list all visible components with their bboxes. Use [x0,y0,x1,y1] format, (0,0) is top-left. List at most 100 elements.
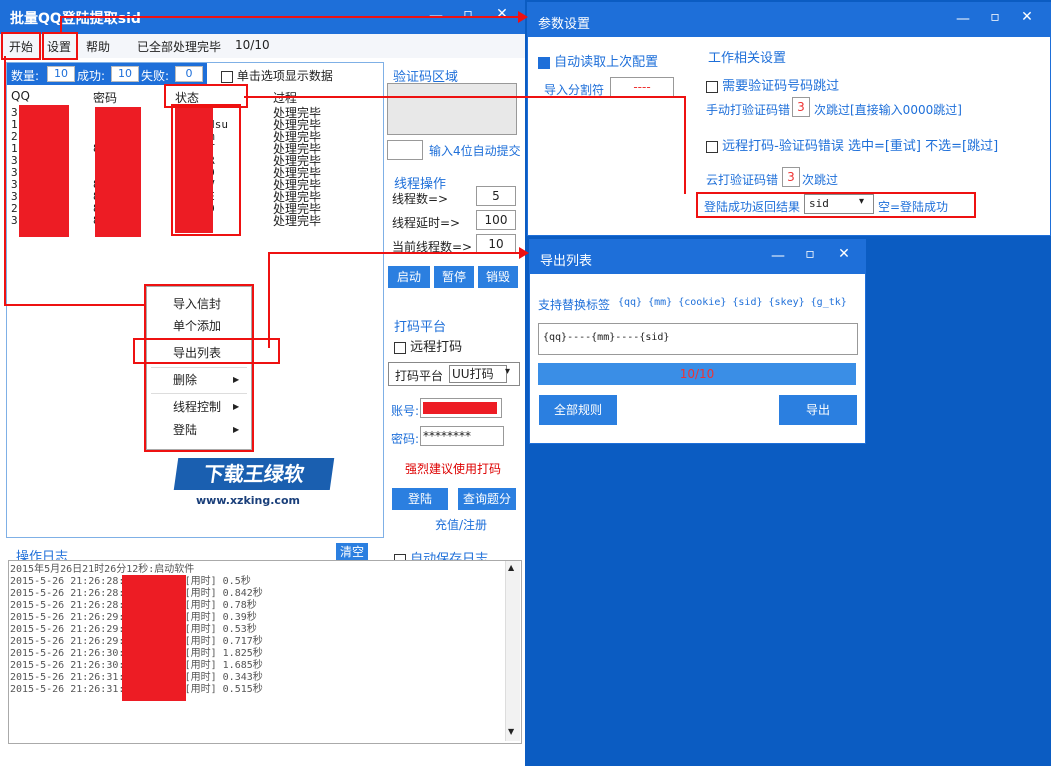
connector-line [268,252,270,348]
annotation-box-export-item [133,338,280,364]
fail-value: 0 [175,66,203,82]
remote-captcha-err-checkbox[interactable]: 远程打码-验证码错误 选中=[重试] 不选=[跳过] [706,135,998,154]
annotation-box-start [1,32,41,60]
cell-qq: 3 [11,214,18,227]
maximize-icon[interactable]: ▫ [983,9,1007,25]
checkbox-checked-icon [538,56,550,69]
export-title: 导出列表 [540,254,593,269]
watermark-logo: 下载王绿软 www.xzking.com [173,458,335,514]
log-panel: 2015年5月26日21时26分12秒:启动软件 2015-5-26 21:26:… [8,560,522,744]
thread-count-input[interactable]: 5 [476,186,516,206]
export-titlebar: 导出列表 — ▫ ✕ [530,240,865,274]
connector-line [4,304,144,306]
connector-line [60,16,62,34]
redaction-password [95,107,141,237]
main-title: 批量QQ登陆提取sid [10,11,141,27]
scroll-down-icon[interactable]: ▼ [508,727,514,736]
single-click-label: 单击选项显示数据 [236,69,333,83]
fail-label: 失败: [141,69,170,83]
qty-value: 10 [47,66,75,82]
export-button[interactable]: 导出 [779,395,857,425]
remote-captcha-err-label: 远程打码-验证码错误 选中=[重试] 不选=[跳过] [722,139,999,154]
cloud-captcha-suffix: 次跳过 [802,173,839,187]
qty-label: 数量: [11,69,40,83]
settings-title: 参数设置 [538,17,591,32]
connector-line [684,96,686,194]
captcha-platform-title: 打码平台 [394,320,447,335]
cloud-captcha-label: 云打验证码错 [706,173,779,187]
template-value: {qq}----{mm}----{sid} [543,332,670,343]
annotation-box-return-result [696,192,976,218]
thread-delay-label: 线程延时=> [392,216,461,230]
remote-captcha-checkbox[interactable]: 远程打码 [394,336,462,355]
settings-titlebar: 参数设置 — ▫ ✕ [528,3,1050,37]
manual-captcha-suffix: 次跳过[直接输入0000跳过] [814,103,962,117]
cloud-captcha-input[interactable]: 3 [782,167,800,187]
template-input[interactable]: {qq}----{mm}----{sid} [538,323,858,355]
recommend-text: 强烈建议使用打码 [405,462,502,476]
close-icon[interactable]: ✕ [832,246,856,262]
checkbox-icon [221,70,233,83]
arrow-icon [519,247,529,259]
menubar: 开始 设置 帮助 已全部处理完毕 10/10 [0,34,525,58]
current-threads-input: 10 [476,234,516,254]
maximize-icon[interactable]: ▫ [456,6,480,22]
work-settings-title: 工作相关设置 [708,51,787,66]
destroy-button[interactable]: 销毁 [478,266,518,288]
menu-help[interactable]: 帮助 [86,38,110,55]
col-password: 密码 [93,91,118,105]
clear-log-button[interactable]: 清空 [336,543,368,561]
chevron-down-icon: ▾ [505,366,511,377]
single-click-checkbox[interactable]: 单击选项显示数据 [221,67,333,84]
checkbox-icon [706,140,718,153]
need-captcha-skip-label: 需要验证码号码跳过 [722,79,840,94]
annotation-box-status-col [171,104,241,236]
maximize-icon[interactable]: ▫ [798,246,822,262]
redaction-log [122,575,186,701]
col-qq: QQ [11,89,30,103]
import-sep-input[interactable]: ---- [610,77,674,97]
main-window: 批量QQ登陆提取sid — ▫ ✕ 开始 设置 帮助 已全部处理完毕 10/10… [0,0,525,766]
arrow-icon [518,11,528,23]
platform-select[interactable]: 打码平台 UU打码 ▾ [388,362,520,386]
auto-read-checkbox[interactable]: 自动读取上次配置 [538,51,658,70]
status-text: 已全部处理完毕 [137,40,222,54]
connector-line [244,96,684,98]
pause-button[interactable]: 暂停 [434,266,474,288]
thread-count-label: 线程数=> [392,192,449,206]
start-button[interactable]: 启动 [388,266,430,288]
success-value: 10 [111,66,139,82]
thread-delay-input[interactable]: 100 [476,210,516,230]
auto-read-label: 自动读取上次配置 [554,55,659,70]
minimize-icon[interactable]: — [951,11,975,27]
recharge-link[interactable]: 充值/注册 [435,516,487,533]
connector-line [4,56,6,306]
captcha-image [387,83,517,135]
password-input[interactable]: ******** [420,426,504,446]
need-captcha-skip-checkbox[interactable]: 需要验证码号码跳过 [706,75,839,94]
checkbox-icon [394,341,406,354]
log-scrollbar[interactable]: ▲ ▼ [505,561,520,741]
manual-captcha-label: 手动打验证码错 [706,103,791,117]
all-rules-button[interactable]: 全部规则 [539,395,617,425]
close-icon[interactable]: ✕ [490,6,514,22]
query-score-button[interactable]: 查询题分 [458,488,516,510]
close-icon[interactable]: ✕ [1015,9,1039,25]
redaction-account [423,402,497,414]
account-label: 账号: [391,404,420,418]
login-button[interactable]: 登陆 [392,488,448,510]
success-label: 成功: [77,69,106,83]
annotation-box-context-menu [144,284,254,452]
platform-label: 打码平台 [395,369,444,383]
checkbox-icon [706,80,718,93]
account-input[interactable] [420,398,502,418]
tags-label: 支持替换标签 [538,298,611,312]
captcha-input[interactable] [387,140,423,160]
tags-list: {qq} {mm} {cookie} {sid} {skey} {g_tk} [618,297,847,308]
minimize-icon[interactable]: — [766,248,790,264]
scroll-up-icon[interactable]: ▲ [508,563,514,572]
export-progress-bar: 10/10 [538,363,856,385]
redaction-qq [19,105,69,237]
watermark-main: 下载王绿软 [173,458,335,490]
manual-captcha-input[interactable]: 3 [792,97,810,117]
